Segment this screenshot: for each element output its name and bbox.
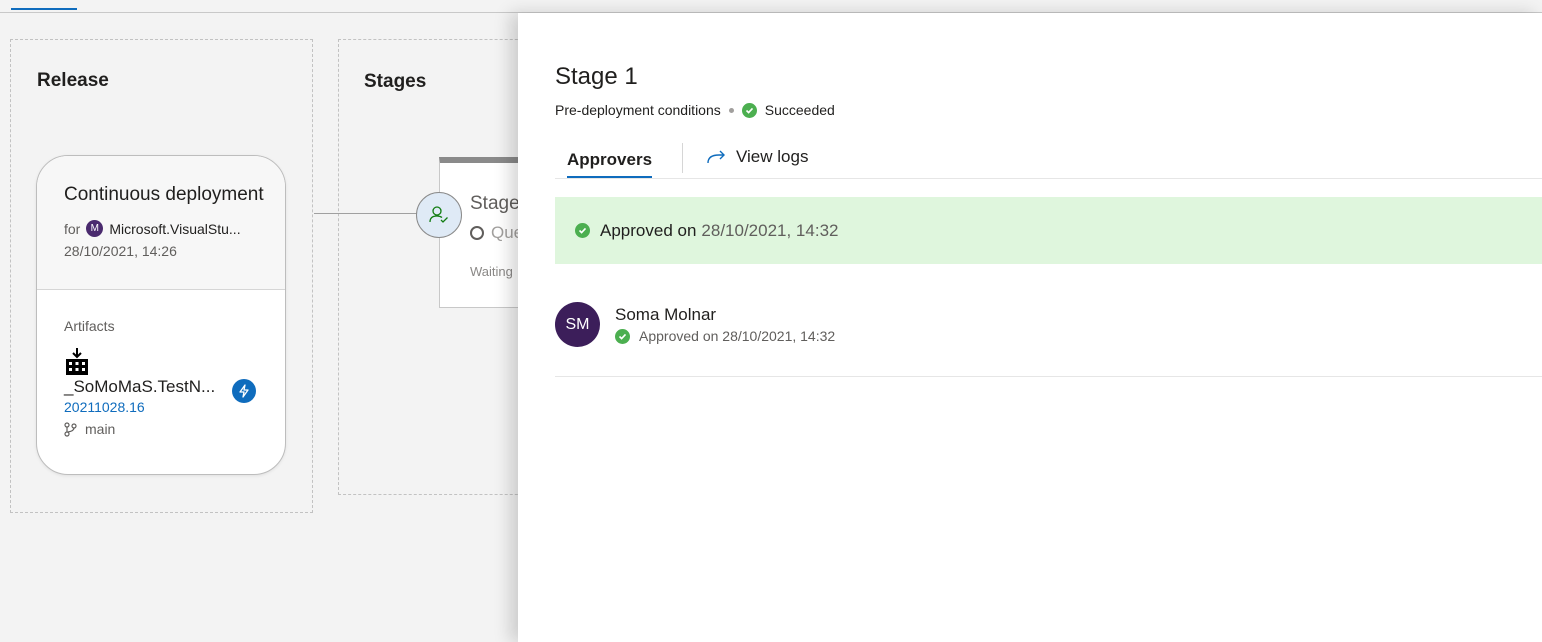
approver-name: Soma Molnar [615,305,717,324]
tab-divider [682,143,683,173]
check-icon [575,223,590,238]
requester-name[interactable]: Microsoft.VisualStu... [109,221,240,237]
artifact-version-link[interactable]: 20211028.16 [64,399,285,415]
artifacts-section: Artifacts _SoMoMaS.TestN... 20211028.16 … [37,290,285,437]
requester-avatar: M [86,220,104,237]
artifacts-label: Artifacts [64,318,115,334]
for-label: for [64,220,81,237]
selected-tab-indicator [11,8,77,10]
approved-banner: Approved on 28/10/2021, 14:32 [555,197,1542,264]
view-logs-label: View logs [736,147,809,166]
stages-section-title: Stages [364,71,427,92]
approved-banner-date: 28/10/2021, 14:32 [701,220,839,240]
check-icon [741,102,757,118]
pre-deployment-approval-node[interactable] [416,192,462,238]
separator-dot [728,107,734,113]
release-trigger-title: Continuous deployment [64,184,264,205]
panel-tabs: Approvers View logs [555,141,1542,179]
release-date: 28/10/2021, 14:26 [64,243,177,259]
condition-status: Succeeded [764,102,835,118]
artifact-build-icon [66,348,88,375]
cd-trigger-icon[interactable] [232,379,256,403]
condition-row: Pre-deployment conditions Succeeded [555,102,835,118]
view-logs-button[interactable]: View logs [707,147,808,167]
stage-details-panel: Stage 1 Pre-deployment conditions Succee… [518,13,1542,642]
row-divider [555,376,1542,377]
release-section-title: Release [37,70,109,91]
view-logs-icon [707,150,725,164]
artifact-branch: main [64,421,285,437]
release-card-header: Continuous deployment for M Microsoft.Vi… [37,156,285,290]
avatar: SM [555,302,600,347]
tab-approvers[interactable]: Approvers [567,150,653,178]
approver-status: Approved on 28/10/2021, 14:32 [615,328,835,344]
release-card[interactable]: Continuous deployment for M Microsoft.Vi… [36,155,286,475]
approver-icon [429,206,448,223]
stage-waiting-text: Waiting [470,264,513,279]
condition-label: Pre-deployment conditions [555,102,721,118]
check-icon [615,328,630,344]
pipeline-connector [314,213,417,214]
branch-icon [64,421,77,437]
requested-for-row: for M Microsoft.VisualStu... [64,220,285,237]
approved-banner-label: Approved on [600,220,697,240]
queued-status-icon [470,226,484,240]
branch-name: main [85,421,116,437]
approver-status-text: Approved on 28/10/2021, 14:32 [639,328,836,344]
panel-title: Stage 1 [555,63,638,90]
